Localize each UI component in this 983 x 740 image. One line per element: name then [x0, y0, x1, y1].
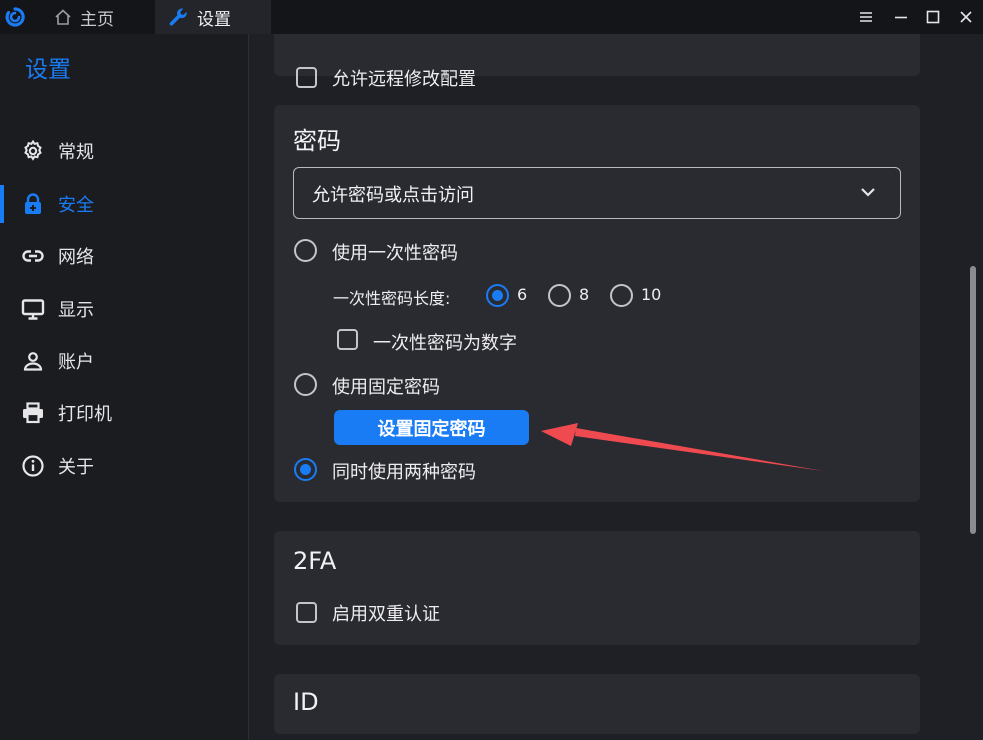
allow-remote-config-checkbox[interactable]	[296, 67, 317, 88]
remote-config-card: 允许远程修改配置	[274, 34, 920, 90]
id-card: ID	[274, 674, 920, 734]
sidebar-item-about[interactable]: 关于	[0, 444, 248, 488]
sidebar-item-label: 常规	[58, 142, 94, 163]
sidebar: 设置 常规 安全 网络 显示 账户 打印机 关于	[0, 34, 249, 740]
otp-length-radio-8[interactable]	[548, 284, 571, 307]
sidebar-item-account[interactable]: 账户	[0, 339, 248, 383]
title-bar: 主页 设置	[0, 0, 983, 34]
maximize-icon	[926, 10, 940, 24]
close-icon	[960, 11, 972, 23]
sidebar-item-printer[interactable]: 打印机	[0, 391, 248, 435]
sidebar-title: 设置	[25, 57, 71, 83]
otp-length-option-8: 8	[579, 285, 590, 304]
gear-icon	[24, 139, 42, 161]
set-fixed-password-button[interactable]: 设置固定密码	[334, 410, 529, 445]
scrollbar-thumb[interactable]	[970, 266, 976, 534]
twofa-card: 2FA 启用双重认证	[274, 531, 920, 645]
monitor-icon	[21, 299, 45, 320]
minimize-icon	[895, 16, 907, 19]
link-icon	[22, 250, 44, 262]
sidebar-item-security[interactable]: 安全	[0, 182, 248, 226]
one-time-password-radio[interactable]	[294, 239, 317, 262]
printer-icon	[23, 402, 43, 424]
enable-2fa-checkbox[interactable]	[296, 602, 317, 623]
one-time-password-label: 使用一次性密码	[332, 243, 458, 264]
id-card-title: ID	[293, 688, 319, 716]
home-icon	[55, 9, 71, 25]
wrench-icon	[169, 8, 187, 26]
otp-length-label: 一次性密码长度:	[333, 289, 451, 308]
info-icon	[22, 455, 44, 477]
tab-home[interactable]: 主页	[48, 0, 152, 34]
menu-button[interactable]	[855, 6, 877, 28]
sidebar-item-label: 账户	[58, 352, 94, 373]
sidebar-item-network[interactable]: 网络	[0, 234, 248, 278]
sidebar-item-label: 关于	[58, 457, 94, 478]
lock-icon	[25, 193, 41, 214]
chevron-down-icon	[861, 188, 875, 197]
sidebar-item-label: 显示	[58, 300, 94, 321]
sidebar-item-display[interactable]: 显示	[0, 287, 248, 331]
otp-numeric-checkbox[interactable]	[337, 329, 358, 350]
tab-settings[interactable]: 设置	[155, 0, 271, 34]
tab-settings-label: 设置	[197, 9, 231, 30]
user-icon	[23, 352, 43, 371]
otp-numeric-label: 一次性密码为数字	[373, 333, 517, 354]
twofa-card-title: 2FA	[293, 547, 337, 575]
access-mode-value: 允许密码或点击访问	[312, 185, 474, 206]
hamburger-icon	[860, 12, 872, 22]
otp-length-option-6: 6	[517, 285, 528, 304]
both-passwords-label: 同时使用两种密码	[332, 462, 476, 483]
access-mode-select[interactable]: 允许密码或点击访问	[293, 167, 901, 219]
password-card: 密码 允许密码或点击访问 使用一次性密码 一次性密码长度: 6 8 10 一次性…	[274, 105, 920, 502]
otp-length-radio-10[interactable]	[610, 284, 633, 307]
settings-content: 允许远程修改配置 密码 允许密码或点击访问 使用一次性密码 一次性密码长度: 6…	[250, 34, 983, 740]
password-card-title: 密码	[293, 127, 341, 155]
tab-home-label: 主页	[80, 9, 114, 30]
allow-remote-config-label: 允许远程修改配置	[332, 69, 476, 90]
sidebar-item-label: 打印机	[58, 404, 112, 425]
otp-length-option-10: 10	[641, 285, 662, 304]
minimize-button[interactable]	[890, 6, 912, 28]
sidebar-item-label: 网络	[58, 247, 94, 268]
both-passwords-radio[interactable]	[294, 458, 317, 481]
app-logo-icon	[5, 7, 25, 27]
fixed-password-label: 使用固定密码	[332, 377, 440, 398]
enable-2fa-label: 启用双重认证	[332, 604, 440, 625]
fixed-password-radio[interactable]	[294, 373, 317, 396]
sidebar-item-general[interactable]: 常规	[0, 129, 248, 173]
sidebar-item-label: 安全	[58, 195, 94, 216]
otp-length-radio-6[interactable]	[486, 284, 509, 307]
close-button[interactable]	[955, 6, 977, 28]
maximize-button[interactable]	[922, 6, 944, 28]
